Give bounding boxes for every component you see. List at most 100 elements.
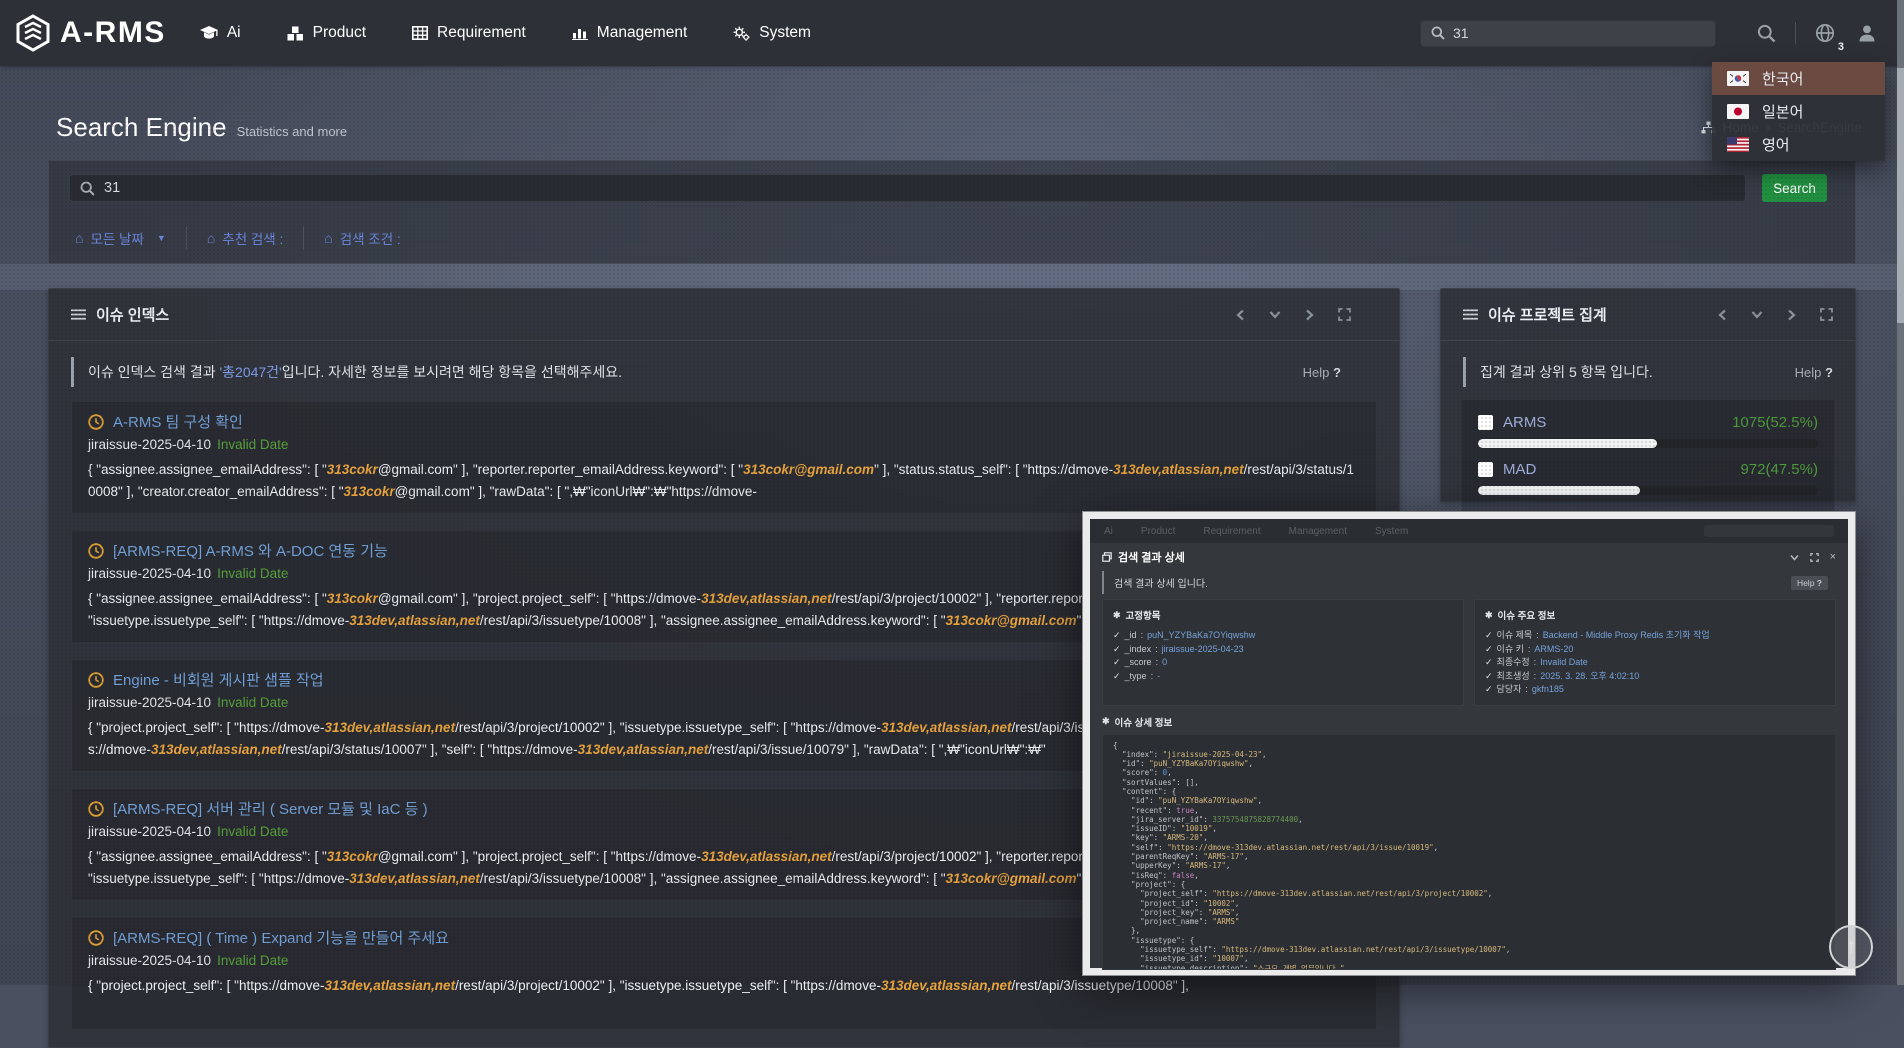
help-button[interactable]: Help ? <box>1795 365 1833 380</box>
bullet-icon: ✱ <box>1113 610 1121 621</box>
issue-title-link[interactable]: Engine - 비회원 게시판 샘플 작업 <box>113 669 324 690</box>
menu-label: Product <box>313 24 366 42</box>
language-globe-icon[interactable]: 3 <box>1815 23 1835 43</box>
filter-suggested-search[interactable]: ⌂ 추천 검색 : <box>187 226 304 250</box>
project-label[interactable]: ARMS <box>1503 414 1546 431</box>
collapse-icon[interactable] <box>1269 310 1281 319</box>
issue-title-link[interactable]: [ARMS-REQ] A-RMS 와 A-DOC 연동 기능 <box>113 540 388 561</box>
project-count: 972(47.5%) <box>1740 461 1818 478</box>
caret-down-icon: ▼ <box>157 233 166 243</box>
project-checkbox[interactable] <box>1478 415 1493 430</box>
close-icon[interactable]: × <box>1830 551 1836 563</box>
modal-field-panels: ✱고정항목 ✓_id:puN_YZYBaKa7OYiqwshw ✓_index:… <box>1102 599 1836 706</box>
maximize-icon[interactable] <box>1810 553 1819 562</box>
main-search-input[interactable]: 31 <box>69 174 1746 202</box>
issue-index-label: jiraissue-2025-04-10 <box>88 695 211 710</box>
field-value: - <box>1157 670 1160 684</box>
clock-icon <box>88 414 104 430</box>
field-value: puN_YZYBaKa7OYiqwshw <box>1147 629 1255 643</box>
menu-item-product[interactable]: Product <box>287 24 366 42</box>
issue-index-label: jiraissue-2025-04-10 <box>88 566 211 581</box>
invalid-date-label: Invalid Date <box>217 824 288 839</box>
aggregation-row: MAD 972(47.5%) <box>1478 461 1818 478</box>
progress-bar <box>1478 486 1818 495</box>
language-item-korean[interactable]: 한국어 <box>1712 62 1885 95</box>
json-code-block[interactable]: { "index": "jiraissue-2025-04-23", "id":… <box>1102 734 1836 970</box>
field-value: Invalid Date <box>1540 656 1588 670</box>
ghost-menu-label: Product <box>1141 526 1175 537</box>
modal-help-button[interactable]: Help ? <box>1791 576 1828 590</box>
issue-title-link[interactable]: [ARMS-REQ] ( Time ) Expand 기능을 만들어 주세요 <box>113 927 449 948</box>
language-count-badge: 3 <box>1838 41 1844 53</box>
project-label[interactable]: MAD <box>1503 461 1536 478</box>
field-key: _score <box>1125 656 1152 670</box>
topbar: A-RMS Ai Product Requirement Management <box>0 0 1904 66</box>
panel-title: 이슈 인덱스 <box>71 304 169 325</box>
aggregation-list: ARMS 1075(52.5%) MAD 972(47.5%) <box>1461 399 1835 515</box>
modal-ghost-topbar: Ai Product Requirement Management System <box>1090 519 1848 543</box>
cogs-icon <box>733 26 750 41</box>
home-icon: ⌂ <box>75 230 83 246</box>
field-row: ✓_score:0 <box>1113 656 1453 670</box>
field-key: 이슈 키 <box>1497 643 1524 657</box>
project-checkbox[interactable] <box>1478 462 1493 477</box>
scrollbar-thumb[interactable] <box>1897 68 1904 323</box>
field-row: ✓이슈 키:ARMS-20 <box>1485 643 1825 657</box>
field-value: 0 <box>1162 656 1167 670</box>
issue-title-link[interactable]: A-RMS 팀 구성 확인 <box>113 411 243 432</box>
logo-hexagon-icon <box>16 14 50 52</box>
collapse-icon[interactable] <box>1751 310 1763 319</box>
clock-icon <box>88 672 104 688</box>
issue-title-link[interactable]: [ARMS-REQ] 서버 관리 ( Server 모듈 및 IaC 등 ) <box>113 798 428 819</box>
progress-fill <box>1478 439 1657 448</box>
field-key: 최초생성 <box>1497 670 1530 684</box>
filter-label: 모든 날짜 <box>90 228 143 248</box>
scroll-to-top-button[interactable]: ↑ <box>1829 925 1873 969</box>
menu-item-requirement[interactable]: Requirement <box>412 24 526 42</box>
main-menu: Ai Product Requirement Management System <box>200 24 811 42</box>
check-icon: ✓ <box>1485 683 1493 697</box>
menu-item-ai[interactable]: Ai <box>200 24 241 42</box>
result-item[interactable]: A-RMS 팀 구성 확인 jiraissue-2025-04-10Invali… <box>71 401 1377 514</box>
prev-icon[interactable] <box>1236 309 1245 321</box>
user-icon[interactable] <box>1857 23 1877 43</box>
expand-icon[interactable] <box>1820 308 1833 321</box>
field-key: _type <box>1125 670 1147 684</box>
us-flag-icon <box>1727 137 1749 152</box>
filter-all-dates[interactable]: ⌂ 모든 날짜 ▼ <box>69 226 187 250</box>
next-icon[interactable] <box>1305 309 1314 321</box>
topbar-divider <box>1795 22 1796 44</box>
search-button-icon[interactable] <box>1757 24 1776 43</box>
topbar-right: 31 3 <box>1420 0 1888 66</box>
panel-title-text: 이슈 프로젝트 집계 <box>1488 304 1607 325</box>
bullet-icon: ✱ <box>1102 716 1110 727</box>
panel-controls <box>1718 308 1833 321</box>
search-button[interactable]: Search <box>1762 174 1827 202</box>
filter-label: 검색 조건 : <box>340 228 401 248</box>
menu-item-management[interactable]: Management <box>572 24 687 42</box>
page-title: Search Engine <box>56 112 227 143</box>
modal-notice-text: 검색 결과 상세 입니다. <box>1114 575 1208 590</box>
check-icon: ✓ <box>1485 629 1493 643</box>
issue-json-snippet: { "project.project_self": [ "https://dmo… <box>88 975 1360 1018</box>
list-icon <box>1463 309 1478 320</box>
home-icon: ⌂ <box>207 230 215 246</box>
field-row: ✓최종수정:Invalid Date <box>1485 656 1825 670</box>
minimize-icon[interactable] <box>1790 554 1799 561</box>
next-icon[interactable] <box>1787 309 1796 321</box>
language-label: 영어 <box>1762 134 1790 155</box>
prev-icon[interactable] <box>1718 309 1727 321</box>
menu-item-system[interactable]: System <box>733 24 811 42</box>
panel-title-text: 이슈 주요 정보 <box>1498 608 1556 622</box>
filter-search-conditions[interactable]: ⌂ 검색 조건 : <box>304 226 420 250</box>
app-logo[interactable]: A-RMS <box>16 14 166 52</box>
language-item-english[interactable]: 영어 <box>1712 128 1885 161</box>
project-count: 1075(52.5%) <box>1732 414 1818 431</box>
expand-icon[interactable] <box>1338 308 1351 321</box>
topbar-search-value: 31 <box>1453 25 1469 41</box>
topbar-search-input[interactable]: 31 <box>1420 20 1716 47</box>
detail-section-title: ✱ 이슈 상세 정보 <box>1102 715 1836 729</box>
help-button[interactable]: Help ? <box>1303 365 1341 380</box>
language-item-japanese[interactable]: 일본어 <box>1712 95 1885 128</box>
aggregation-notice-text: 집계 결과 상위 5 항목 입니다. <box>1480 362 1653 382</box>
